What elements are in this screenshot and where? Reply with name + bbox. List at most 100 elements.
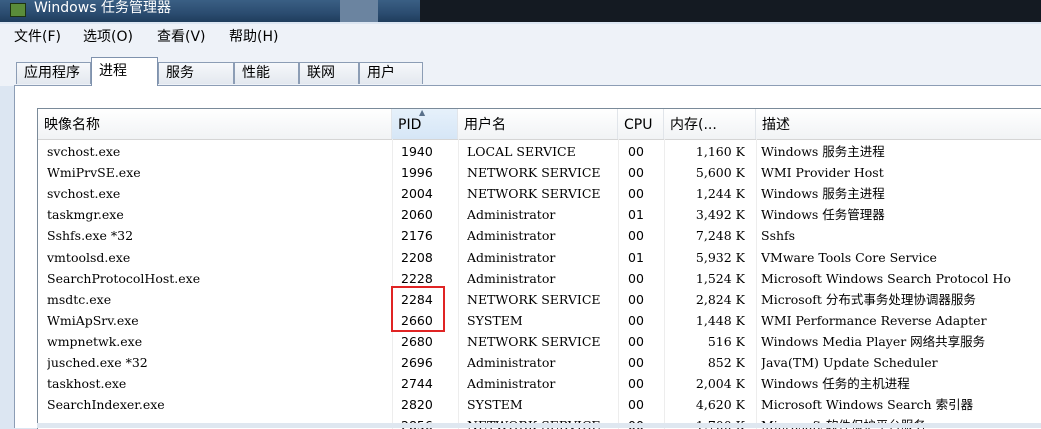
cell-name: taskhost.exe (47, 376, 127, 392)
cell-name: msdtc.exe (47, 291, 112, 307)
cell-pid: 1996 (401, 165, 433, 181)
cell-name: Sshfs.exe *32 (47, 228, 134, 244)
list-bottom-edge (37, 423, 1041, 428)
menu-options[interactable]: 选项(O) (83, 28, 133, 46)
table-row[interactable]: Sshfs.exe *32 2176 Administrator 00 7,248 K S… (38, 225, 1041, 246)
table-row[interactable]: svchost.exe 2004 NETWORK SERVICE 00 1,244 K W… (38, 183, 1041, 204)
cell-cpu: 01 (628, 207, 644, 223)
cell-desc: Sshfs (761, 228, 796, 244)
tab-processes[interactable]: 进程 (91, 57, 158, 86)
cell-desc: Windows Media Player 网络共享服务 (761, 333, 986, 349)
tab-applications[interactable]: 应用程序 (16, 62, 91, 84)
cell-cpu: 00 (628, 228, 644, 244)
column-header-memory[interactable]: 内存(... (664, 109, 756, 139)
process-list[interactable]: 映像名称 ▲ PID 用户名 CPU 内存(... 描述 svchost.exe 1… (37, 108, 1041, 429)
cell-pid: 2208 (401, 249, 433, 265)
cell-name: vmtoolsd.exe (47, 249, 131, 265)
cell-mem: 1,448 K (695, 312, 745, 328)
column-header-label: 描述 (762, 117, 790, 133)
table-row[interactable]: svchost.exe 1940 LOCAL SERVICE 00 1,160 K Win… (38, 141, 1041, 162)
column-header-label: PID (398, 117, 422, 133)
cell-name: WmiApSrv.exe (47, 312, 139, 328)
cell-cpu: 00 (628, 270, 644, 286)
cell-mem: 1,244 K (695, 186, 745, 202)
cell-cpu: 00 (628, 333, 644, 349)
tab-performance[interactable]: 性能 (234, 62, 299, 84)
cell-user: NETWORK SERVICE (467, 333, 601, 349)
table-row[interactable]: SearchProtocolHost.exe 2228 Administrator 0… (38, 268, 1041, 289)
cell-user: SYSTEM (467, 397, 523, 413)
cell-pid: 2820 (401, 397, 433, 413)
table-row[interactable]: jusched.exe *32 2696 Administrator 00 852 K J… (38, 352, 1041, 373)
task-manager-app-icon (10, 3, 26, 17)
cell-name: WmiPrvSE.exe (47, 165, 141, 181)
cell-user: NETWORK SERVICE (467, 291, 601, 307)
cell-cpu: 01 (628, 249, 644, 265)
menu-view[interactable]: 查看(V) (157, 28, 206, 46)
column-header-label: 映像名称 (44, 117, 100, 133)
cell-user: LOCAL SERVICE (467, 144, 576, 159)
cell-name: taskmgr.exe (47, 207, 124, 223)
cell-desc: Microsoft 分布式事务处理协调器服务 (761, 291, 976, 307)
cell-user: Administrator (467, 207, 556, 223)
column-header-label: 用户名 (464, 117, 506, 133)
cell-desc: Microsoft Windows Search Protocol Ho (761, 270, 1011, 286)
tab-services[interactable]: 服务 (158, 62, 234, 84)
tab-users[interactable]: 用户 (359, 62, 423, 84)
cell-mem: 852 K (707, 355, 745, 370)
cell-pid: 2680 (401, 333, 433, 349)
table-row[interactable]: taskmgr.exe 2060 Administrator 01 3,492 K Win… (38, 204, 1041, 225)
table-row[interactable]: taskhost.exe 2744 Administrator 00 2,004 K Wi… (38, 373, 1041, 394)
background-window-fragment (420, 0, 1041, 22)
column-header-row: 映像名称 ▲ PID 用户名 CPU 内存(... 描述 (38, 109, 1041, 140)
column-header-image-name[interactable]: 映像名称 (38, 109, 392, 139)
table-row[interactable]: WmiPrvSE.exe 1996 NETWORK SERVICE 00 5,600 K… (38, 162, 1041, 183)
cell-cpu: 00 (628, 291, 644, 307)
cell-cpu: 00 (628, 144, 644, 159)
cell-pid: 2696 (401, 355, 433, 370)
column-header-description[interactable]: 描述 (756, 109, 1041, 139)
cell-mem: 2,004 K (695, 376, 745, 392)
cell-desc: Windows 任务管理器 (761, 207, 885, 223)
table-row[interactable]: vmtoolsd.exe 2208 Administrator 01 5,932 K VM… (38, 247, 1041, 268)
window-title: Windows 任务管理器 (34, 0, 171, 16)
column-header-cpu[interactable]: CPU (618, 109, 664, 139)
cell-cpu: 00 (628, 355, 644, 370)
cell-mem: 3,492 K (695, 207, 745, 223)
cell-mem: 516 K (707, 333, 745, 349)
cell-mem: 2,824 K (695, 291, 745, 307)
menu-file[interactable]: 文件(F) (14, 28, 61, 46)
cell-mem: 1,524 K (695, 270, 745, 286)
cell-pid: 1940 (401, 144, 433, 159)
menu-bar: 文件(F) 选项(O) 查看(V) 帮助(H) (0, 24, 1041, 50)
cell-user: SYSTEM (467, 312, 523, 328)
table-row[interactable]: WmiApSrv.exe 2660 SYSTEM 00 1,448 K WMI Perfo… (38, 310, 1041, 331)
cell-mem: 1,160 K (695, 144, 745, 159)
table-row[interactable]: msdtc.exe 2284 NETWORK SERVICE 00 2,824 K Mic… (38, 289, 1041, 310)
cell-mem: 7,248 K (695, 228, 745, 244)
cell-name: jusched.exe *32 (47, 355, 148, 370)
cell-mem: 4,620 K (695, 397, 745, 413)
cell-desc: Windows 任务的主机进程 (761, 376, 910, 392)
cell-desc: VMware Tools Core Service (761, 249, 937, 265)
table-row[interactable]: wmpnetwk.exe 2680 NETWORK SERVICE 00 516 K Wi… (38, 331, 1041, 352)
cell-cpu: 00 (628, 165, 644, 181)
column-header-pid[interactable]: ▲ PID (392, 109, 458, 139)
table-row[interactable]: SearchIndexer.exe 2820 SYSTEM 00 4,620 K Micr… (38, 394, 1041, 415)
sort-ascending-icon: ▲ (419, 108, 426, 117)
cell-name: svchost.exe (47, 144, 121, 159)
cell-pid: 2004 (401, 186, 433, 202)
tab-networking[interactable]: 联网 (299, 62, 359, 84)
menu-help[interactable]: 帮助(H) (229, 28, 278, 46)
cell-cpu: 00 (628, 312, 644, 328)
background-window-fragment (340, 0, 378, 22)
cell-cpu: 00 (628, 397, 644, 413)
cell-user: Administrator (467, 228, 556, 244)
pid-highlight-annotation (391, 286, 445, 332)
cell-user: Administrator (467, 376, 556, 392)
column-header-user-name[interactable]: 用户名 (458, 109, 618, 139)
cell-user: Administrator (467, 270, 556, 286)
cell-desc: Java(TM) Update Scheduler (761, 355, 938, 370)
column-header-label: CPU (624, 117, 653, 133)
cell-user: NETWORK SERVICE (467, 165, 601, 181)
